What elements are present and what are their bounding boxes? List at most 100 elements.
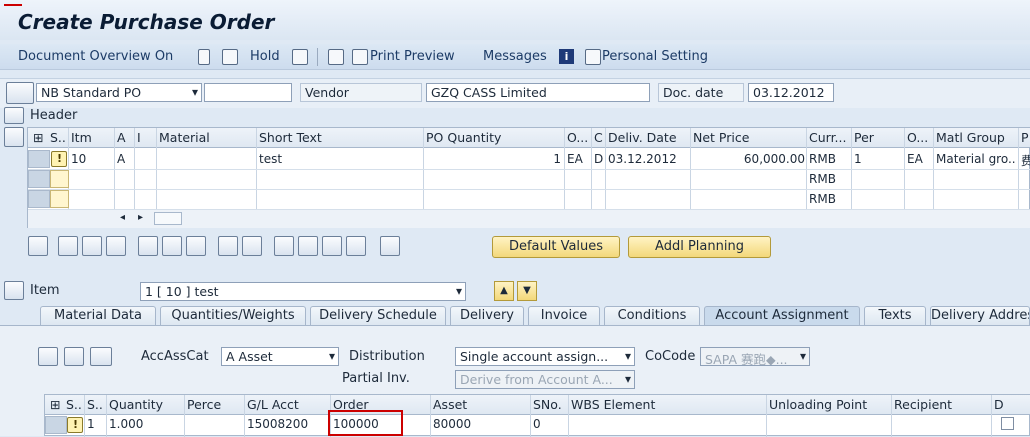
col-header[interactable]: WBS Element [571,397,655,412]
col-header[interactable]: PO Quantity [426,130,501,145]
document-overview-button[interactable]: Document Overview On [18,49,173,64]
cell-asset[interactable]: 80000 [433,417,471,431]
delete-checkbox[interactable] [1001,417,1014,430]
expand-header-icon[interactable] [4,107,24,124]
info-detail-icon[interactable] [64,347,84,366]
po-type-select[interactable]: NB Standard PO [36,83,202,102]
col-header[interactable]: Matl Group [936,130,1005,145]
doc-date-field[interactable]: 03.12.2012 [748,83,834,102]
document-icon[interactable] [380,236,400,256]
print-preview-button[interactable]: Print Preview [370,49,455,64]
row-selector[interactable] [28,190,50,208]
col-header[interactable]: Itm [71,130,92,145]
cell-deliv-date[interactable]: 03.12.2012 [608,152,677,166]
vendor-field[interactable]: GZQ CASS Limited [426,83,650,102]
col-header[interactable]: O... [567,130,588,145]
col-header[interactable]: C [594,130,603,145]
col-header[interactable]: Unloading Point [769,397,867,412]
cell-quantity[interactable]: 1.000 [109,417,143,431]
col-header[interactable]: Perce [187,397,221,412]
sort-ascending-icon[interactable] [274,236,294,256]
tab-delivery-schedule[interactable]: Delivery Schedule [310,306,446,325]
expand-item-icon[interactable] [4,281,24,300]
unlock-icon[interactable] [186,236,206,256]
print-preview-icon[interactable] [352,49,368,65]
cell-per[interactable]: 1 [854,152,862,166]
cell-p[interactable]: 费 [1021,152,1030,169]
lock-icon[interactable] [162,236,182,256]
copy-icon[interactable] [218,236,238,256]
multiple-account-icon[interactable] [38,347,58,366]
tab-material-data[interactable]: Material Data [40,306,156,325]
personal-setting-icon[interactable] [585,49,601,65]
other-document-icon[interactable] [222,49,238,65]
row-selector[interactable] [45,416,67,434]
personal-setting-button[interactable]: Personal Setting [602,49,708,64]
col-header[interactable]: P [1021,130,1029,145]
select-all-icon[interactable] [58,236,78,256]
cell-curr[interactable]: RMB [809,172,836,186]
cell-order-unit[interactable]: EA [907,152,923,166]
cell-unit[interactable]: EA [567,152,583,166]
filter-icon[interactable] [298,236,318,256]
clear-filter-icon[interactable] [346,236,366,256]
col-header[interactable]: S.. [87,397,103,412]
col-header[interactable]: G/L Acct [247,397,299,412]
item-select[interactable]: 1 [ 10 ] test [140,282,466,301]
cell-short-text[interactable]: test [259,152,282,166]
filter-settings-icon[interactable] [322,236,342,256]
cell-matl-group[interactable]: Material gro... [936,152,1016,166]
previous-item-icon[interactable]: ▲ [494,281,514,301]
expand-items-icon[interactable] [4,127,24,147]
cell-curr[interactable]: RMB [809,152,836,166]
tab-texts[interactable]: Texts [864,306,926,325]
delete-icon[interactable] [138,236,158,256]
partial-inv-select[interactable]: Derive from Account A... [455,370,635,389]
col-header[interactable]: SNo. [533,397,562,412]
tab-quantities-weights[interactable]: Quantities/Weights [160,306,306,325]
col-header[interactable]: Deliv. Date [608,130,677,145]
cell-itm[interactable]: 10 [71,152,86,166]
select-block-icon[interactable] [106,236,126,256]
col-header[interactable]: Material [159,130,210,145]
cell-c[interactable]: D [594,152,603,166]
col-header[interactable]: Quantity [109,397,163,412]
row-selector[interactable] [28,170,50,188]
detail-icon[interactable] [28,236,48,256]
tab-account-assignment[interactable]: Account Assignment [704,306,860,325]
col-header[interactable]: Recipient [894,397,952,412]
print-setup-icon[interactable] [328,49,344,65]
default-values-button[interactable]: Default Values [492,236,620,258]
table-settings-icon[interactable]: ⊞ [33,130,43,145]
col-header[interactable]: S.. [66,397,82,412]
delete-row-icon[interactable] [90,347,112,366]
distribution-select[interactable]: Single account assign... [455,347,635,366]
col-header[interactable]: O... [907,130,928,145]
po-number-field[interactable] [204,83,292,102]
col-header[interactable]: Curr... [809,130,846,145]
scroll-left-icon[interactable]: ◂ [120,212,125,223]
cart-icon[interactable] [6,82,34,104]
cell-serial[interactable]: 1 [87,417,95,431]
accasscat-select[interactable]: A Asset [221,347,339,366]
new-document-icon[interactable] [198,49,210,65]
cell-po-qty[interactable]: 1 [426,152,561,166]
col-header[interactable]: Net Price [693,130,749,145]
scroll-right-icon[interactable]: ▸ [138,212,143,223]
scroll-thumb[interactable] [154,212,182,225]
tab-conditions[interactable]: Conditions [604,306,700,325]
next-item-icon[interactable]: ▼ [517,281,537,301]
cell-acct-cat[interactable]: A [117,152,125,166]
hold-button[interactable]: Hold [250,49,280,64]
table-settings-icon[interactable]: ⊞ [50,397,60,412]
cell-curr[interactable]: RMB [809,192,836,206]
col-header[interactable]: S.. [50,130,66,145]
cell-order[interactable]: 100000 [333,417,379,431]
col-header[interactable]: Per [854,130,874,145]
tab-delivery-address[interactable]: Delivery Address [930,306,1030,325]
cocode-select[interactable]: SAPA 赛跑◆... [700,347,810,366]
row-selector[interactable] [28,150,50,168]
cell-sno[interactable]: 0 [533,417,541,431]
col-header[interactable]: Short Text [259,130,322,145]
col-header[interactable]: I [137,130,141,145]
